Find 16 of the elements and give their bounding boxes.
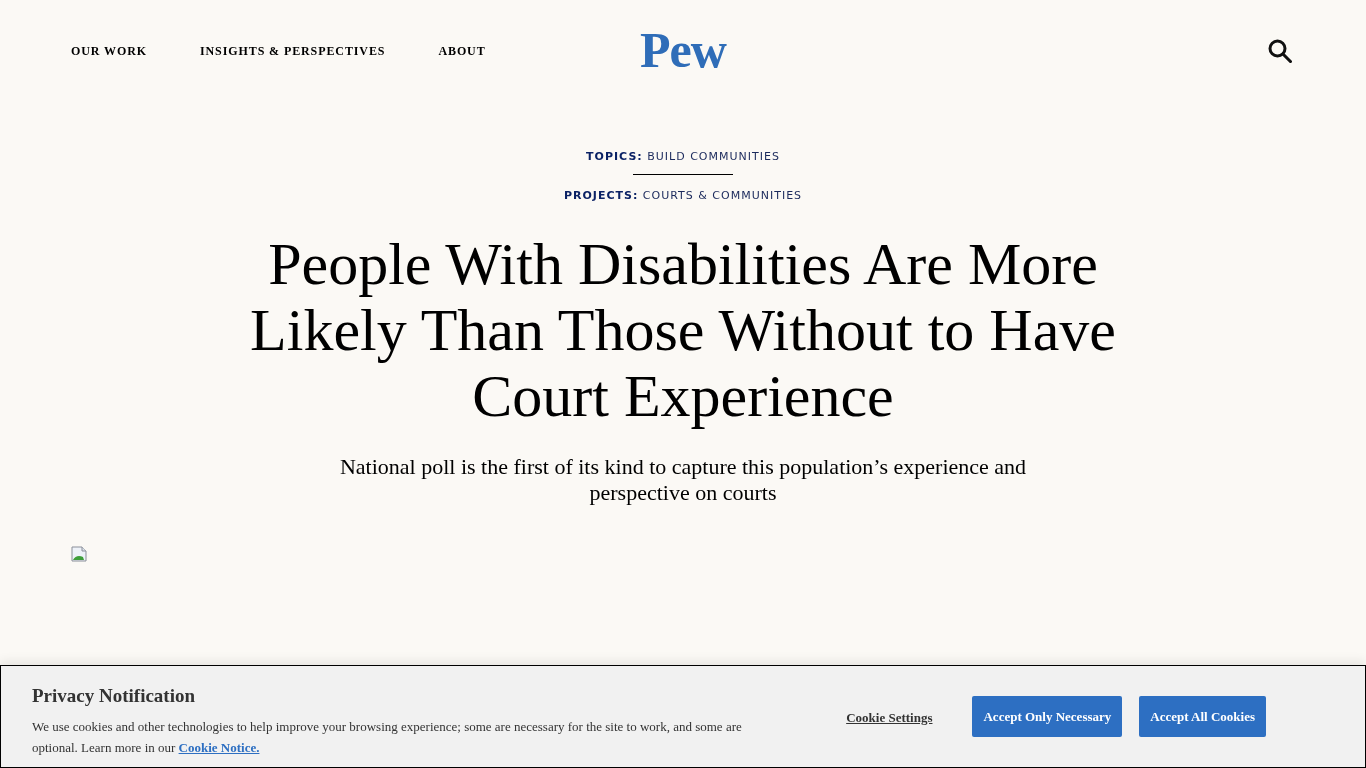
logo[interactable]: Pew [640,25,726,77]
nav-link[interactable]: INSIGHTS & PERSPECTIVES [200,42,386,60]
tag-line: PROJECTS: COURTS & COMMUNITIES [563,188,803,204]
article-subtitle: National poll is the first of its kind to capture this population’s experience and perspective on courts [338,454,1028,506]
accept-button[interactable]: Accept All Cookies [1139,696,1266,737]
cookie-settings-link[interactable]: Cookie Settings [842,707,937,727]
nav-link[interactable]: OUR WORK [71,42,147,60]
nav-link[interactable]: ABOUT [438,42,486,60]
search-icon[interactable] [1268,39,1292,63]
accept-button[interactable]: Accept Only Necessary [972,696,1123,737]
article-title: People With Disabilities Are More Likely Than Those Without to Have Court Experience [249,231,1117,429]
tag-line: TOPICS: BUILD COMMUNITIES [586,149,780,165]
cookie-notice-link[interactable]: Cookie Notice. [178,740,260,755]
cookie-banner-text: We use cookies and other technologies to help improve your browsing experience; some are necessary for the site to work, and some are optional. Learn more in our Cookie Notice. [32,718,743,757]
broken-image-icon [71,546,87,562]
cookie-banner-title: Privacy Notification [32,684,197,708]
